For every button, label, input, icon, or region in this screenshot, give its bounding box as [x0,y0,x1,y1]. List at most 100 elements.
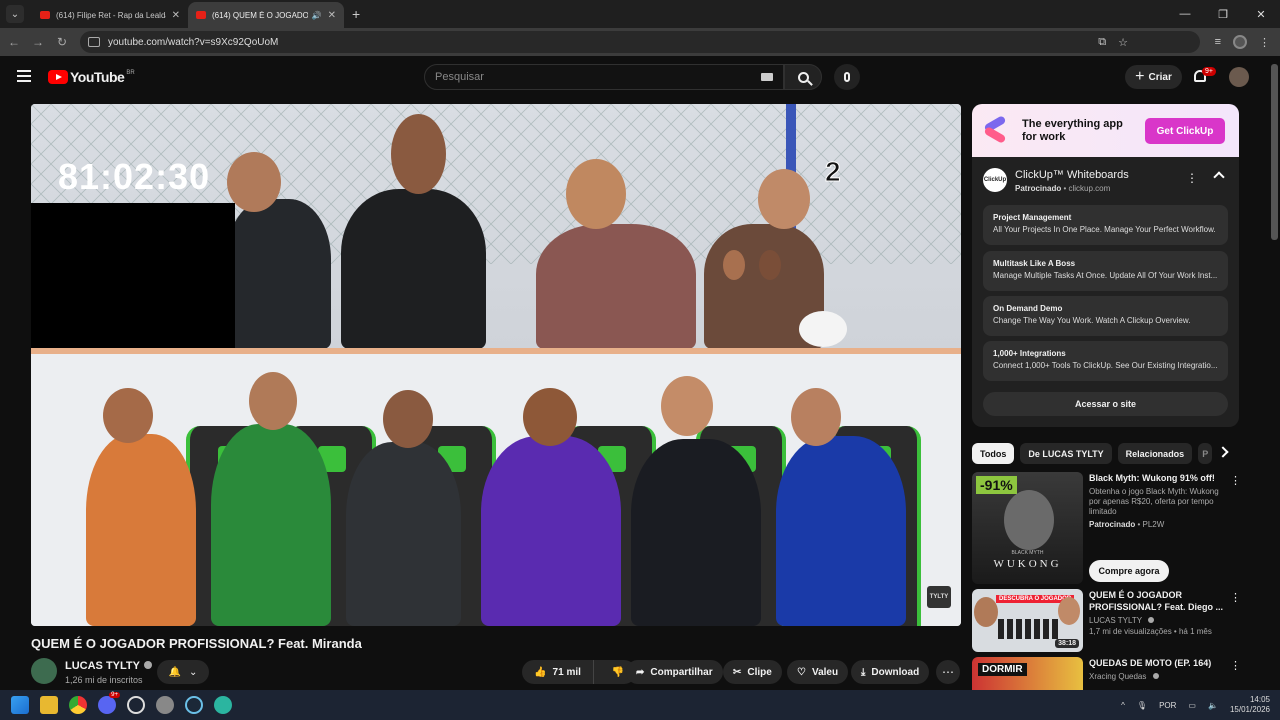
browser-menu-icon[interactable]: ⋮ [1259,36,1270,49]
notification-badge: 9+ [1202,67,1216,76]
clip-button[interactable]: ✂ Clipe [723,660,782,684]
thumbnail-lineup [998,619,1058,639]
tray-overflow-icon[interactable]: ^ [1121,701,1125,710]
new-tab-icon[interactable]: + [352,6,360,22]
search-button[interactable] [784,64,822,90]
voice-search-button[interactable] [834,64,860,90]
youtube-favicon-icon [40,11,50,19]
clock[interactable]: 14:05 15/01/2026 [1230,695,1270,715]
browser-tab-active[interactable]: (614) QUEM É O JOGADOR PROFISSIONAL? 🔊 ✕ [188,2,344,28]
recommendation-menu-icon[interactable]: ⋮ [1230,474,1241,487]
search-input[interactable]: Pesquisar [424,64,784,90]
ad-cta-button[interactable]: Get ClickUp [1145,118,1225,144]
media-control-icon[interactable]: ≡ [1215,36,1221,48]
url-field[interactable]: youtube.com/watch?v=s9Xc92QoUoM ⧉ ☆ [80,31,1200,53]
tab-close-icon[interactable]: ✕ [172,10,180,21]
person-figure [226,199,331,349]
reload-icon[interactable]: ↻ [50,35,74,49]
ad-banner[interactable]: The everything app for work Get ClickUp [972,104,1239,157]
forward-icon[interactable]: → [26,35,50,49]
recommendation-video[interactable]: DESCUBRA O JOGADOR 38:18 QUEM É O JOGADO… [972,589,1242,652]
install-app-icon[interactable]: ⧉ [1098,36,1106,49]
channel-name[interactable]: LUCAS TYLTY [65,660,140,672]
person-head [391,114,446,194]
restore-icon[interactable]: ❐ [1204,0,1242,28]
scissors-icon: ✂ [733,666,742,678]
recommendation-title[interactable]: QUEM É O JOGADOR PROFISSIONAL? Feat. Die… [1089,589,1227,613]
chip-all[interactable]: Todos [972,443,1015,464]
download-button[interactable]: ⤓ Download [851,660,930,684]
collapse-chevron-icon[interactable] [1213,171,1225,183]
thanks-button[interactable]: ♡ Valeu [787,660,849,684]
network-icon[interactable]: ▭ [1188,701,1196,710]
steam-icon[interactable] [185,696,203,714]
thumbnail[interactable]: -91% BLACK MYTH WUKONG [972,472,1083,584]
windows-start-icon[interactable] [11,696,29,714]
visit-site-button[interactable]: Acessar o site [983,392,1228,416]
mic-tray-icon[interactable]: 🎙 [1137,701,1147,710]
more-actions-icon[interactable]: ⋯ [936,660,960,684]
recommendation-title[interactable]: Black Myth: Wukong 91% off! [1089,472,1227,484]
like-button[interactable]: 👍 71 mil [522,660,595,684]
back-icon[interactable]: ← [2,35,26,49]
account-avatar[interactable] [1229,67,1249,87]
recommendation-menu-icon[interactable]: ⋮ [1230,659,1241,672]
recommendation-channel[interactable]: Xracing Quedas [1089,672,1227,682]
clickup-logo-icon [980,114,1010,144]
chip-from-channel[interactable]: De LUCAS TYLTY [1020,443,1112,464]
minimize-icon[interactable]: — [1166,0,1204,28]
channel-watermark[interactable]: TYLTY [927,586,951,608]
advertiser-icon[interactable]: ClickUp [983,168,1007,192]
recommendation-video[interactable]: DORMIR QUEDAS DE MOTO (EP. 164) Xracing … [972,657,1242,690]
ad-sitelink[interactable]: 1,000+ Integrations Connect 1,000+ Tools… [983,341,1228,381]
mic-icon [844,72,850,82]
profile-icon[interactable] [1233,35,1247,49]
discord-icon[interactable]: 9+ [98,692,120,714]
channel-avatar[interactable] [31,658,57,684]
settings-gear-icon[interactable] [156,696,174,714]
chip-related[interactable]: Relacionados [1117,443,1193,464]
create-button[interactable]: + Criar [1125,65,1182,89]
window-controls: — ❐ ✕ [1166,0,1280,28]
buy-now-button[interactable]: Compre agora [1089,560,1169,582]
notification-subscribe-button[interactable]: 🔔 ⌄ [157,660,209,684]
channel-name-row[interactable]: LUCAS TYLTY [65,660,152,672]
page-scrollbar[interactable] [1271,64,1278,240]
browser-tab[interactable]: (614) Filipe Ret - Rap da Lealdade ✕ [32,2,188,28]
menu-icon[interactable] [17,70,31,85]
bookmark-star-icon[interactable]: ☆ [1118,36,1128,49]
chips-next-chevron-icon[interactable] [1217,446,1229,458]
chrome-icon[interactable] [69,696,87,714]
recommendation-title[interactable]: QUEDAS DE MOTO (EP. 164) [1089,657,1227,669]
ball [799,311,847,347]
youtube-logo[interactable]: YouTube BR [48,69,135,85]
ad-sitelink[interactable]: Project Management All Your Projects In … [983,205,1228,245]
recommendation-ad[interactable]: -91% BLACK MYTH WUKONG Black Myth: Wukon… [972,472,1242,584]
keyboard-icon[interactable] [761,73,773,81]
share-button[interactable]: ➦ Compartilhar [626,660,723,684]
app-icon[interactable] [127,696,145,714]
ad-sitelink[interactable]: Multitask Like A Boss Manage Multiple Ta… [983,251,1228,291]
app-icon[interactable] [214,696,232,714]
black-overlay-box [31,203,235,353]
tab-close-icon[interactable]: ✕ [328,10,336,21]
thumbnail[interactable]: DESCUBRA O JOGADOR 38:18 [972,589,1083,652]
video-player[interactable]: 2 81:02:30 TYLTY [31,104,961,626]
super-thanks-icon: ♡ [797,666,806,678]
thumbnail[interactable]: DORMIR [972,657,1083,690]
ad-title[interactable]: ClickUp™ Whiteboards [1015,169,1129,181]
volume-icon[interactable]: 🔈 [1208,701,1218,710]
ad-menu-icon[interactable]: ⋮ [1186,171,1198,185]
recommendation-desc: Obtenha o jogo Black Myth: Wukong por ap… [1089,487,1219,516]
chip-more[interactable]: P [1198,443,1213,464]
file-explorer-icon[interactable] [40,696,58,714]
speaker-icon[interactable]: 🔊 [312,11,322,20]
ad-sitelink[interactable]: On Demand Demo Change The Way You Work. … [983,296,1228,336]
close-window-icon[interactable]: ✕ [1242,0,1280,28]
site-info-icon[interactable] [88,37,100,47]
tab-search-dropdown-icon[interactable]: ⌄ [6,5,24,23]
score-overlay: 2 [825,156,842,188]
recommendation-channel[interactable]: LUCAS TYLTY [1089,616,1227,626]
language-indicator[interactable]: POR [1159,701,1176,710]
recommendation-menu-icon[interactable]: ⋮ [1230,591,1241,604]
